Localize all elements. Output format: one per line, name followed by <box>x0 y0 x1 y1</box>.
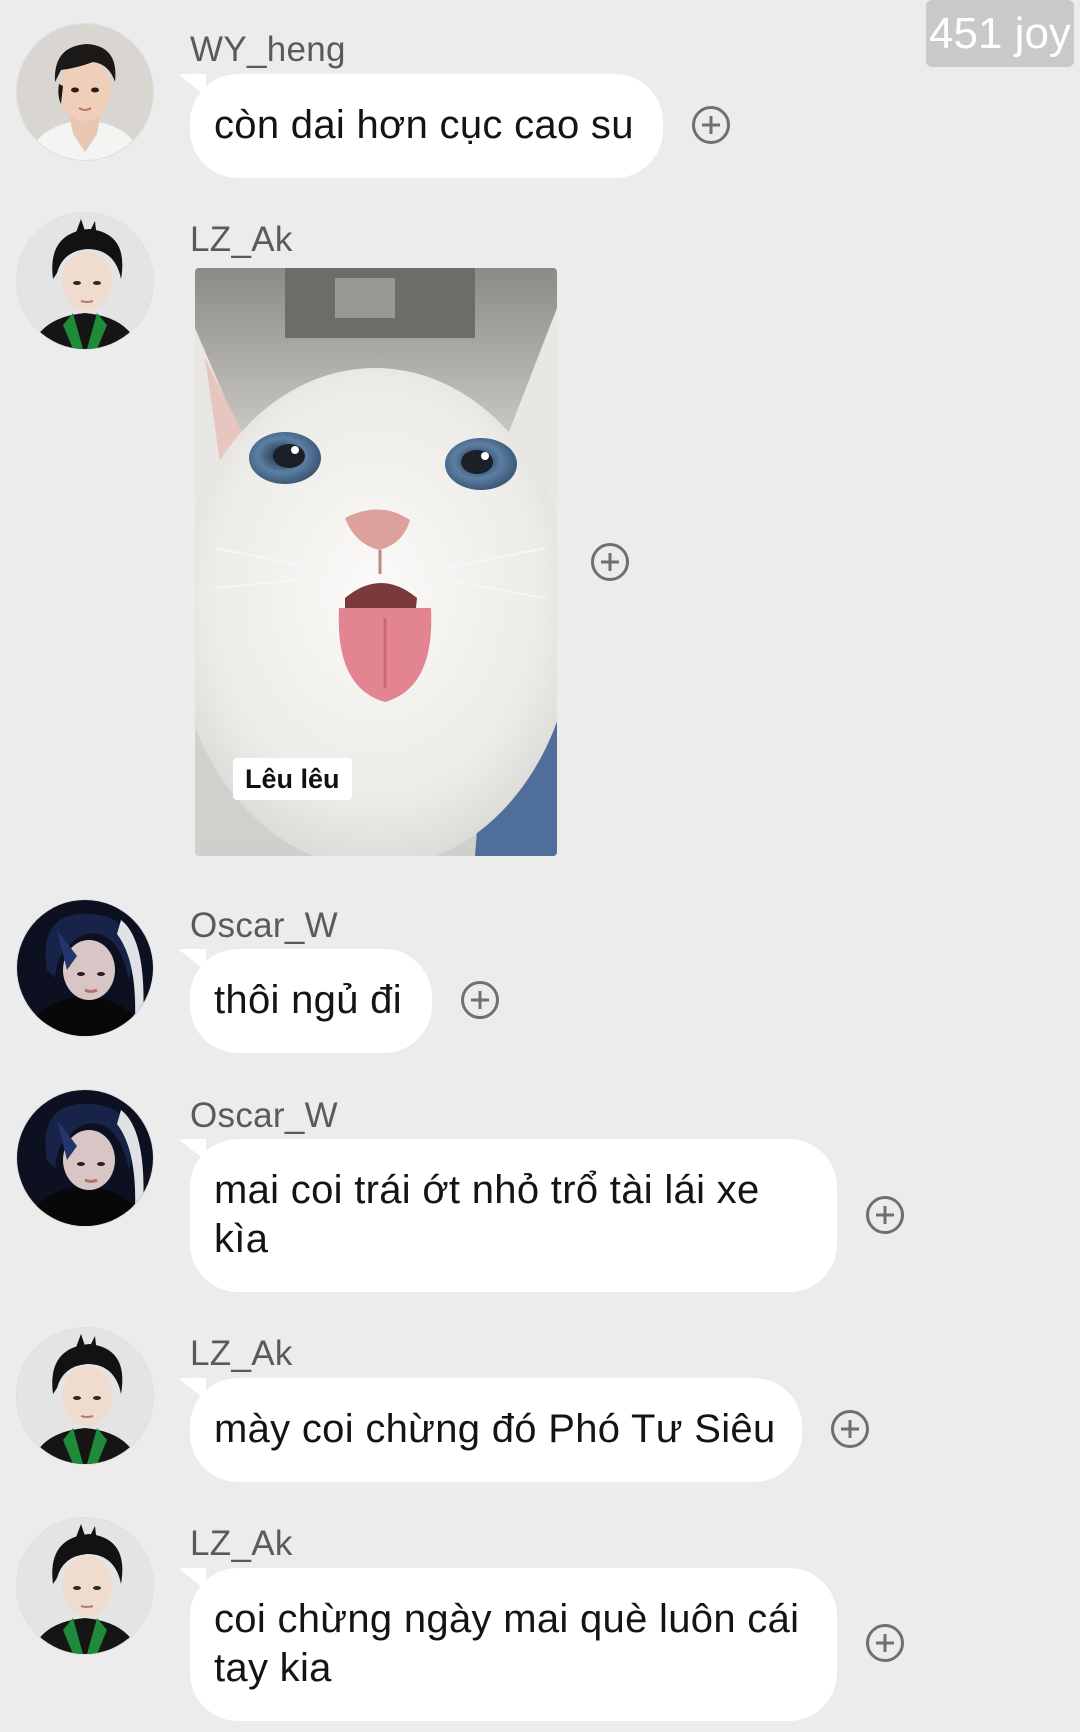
avatar[interactable] <box>17 1328 153 1464</box>
oscar-w-avatar <box>17 900 153 1036</box>
chat-message: LZ_Ak mày coi chừng đó Phó Tư Siêu <box>0 1310 1080 1490</box>
plus-circle-icon[interactable] <box>866 1624 904 1662</box>
sticker-caption: Lêu lêu <box>233 758 352 800</box>
message-bubble[interactable]: coi chừng ngày mai què luôn cái tay kia <box>190 1568 837 1721</box>
message-bubble[interactable]: thôi ngủ đi <box>190 949 432 1053</box>
plus-circle-icon[interactable] <box>461 981 499 1019</box>
chat-message: LZ_Ak coi chừng ngày mai què luôn cái ta… <box>0 1500 1080 1732</box>
avatar[interactable] <box>17 1090 153 1226</box>
plus-circle-icon[interactable] <box>591 543 629 581</box>
cat-sticker-image[interactable]: Lêu lêu <box>195 268 557 856</box>
wy-heng-avatar <box>17 24 153 160</box>
lz-ak-avatar <box>17 1518 153 1654</box>
avatar[interactable] <box>17 213 153 349</box>
message-bubble[interactable]: còn dai hơn cục cao su <box>190 74 663 178</box>
sender-name: LZ_Ak <box>190 220 293 259</box>
sender-name: LZ_Ak <box>190 1524 293 1563</box>
plus-circle-icon[interactable] <box>866 1196 904 1234</box>
sender-name: Oscar_W <box>190 906 338 945</box>
plus-circle-icon[interactable] <box>831 1410 869 1448</box>
plus-circle-icon[interactable] <box>692 106 730 144</box>
avatar[interactable] <box>17 24 153 160</box>
sender-name: Oscar_W <box>190 1096 338 1135</box>
chat-message: Oscar_W thôi ngủ đi <box>0 880 1080 1060</box>
chat-message: WY_heng còn dai hơn cục cao su <box>0 0 1080 180</box>
sender-name: LZ_Ak <box>190 1334 293 1373</box>
chat-message: LZ_Ak Lêu lêu <box>0 190 1080 870</box>
oscar-w-avatar <box>17 1090 153 1226</box>
message-bubble[interactable]: mai coi trái ớt nhỏ trổ tài lái xe kìa <box>190 1139 837 1292</box>
lz-ak-avatar <box>17 213 153 349</box>
chat-message: Oscar_W mai coi trái ớt nhỏ trổ tài lái … <box>0 1070 1080 1300</box>
sender-name: WY_heng <box>190 30 346 69</box>
lz-ak-avatar <box>17 1328 153 1464</box>
avatar[interactable] <box>17 900 153 1036</box>
avatar[interactable] <box>17 1518 153 1654</box>
message-bubble[interactable]: mày coi chừng đó Phó Tư Siêu <box>190 1378 802 1482</box>
